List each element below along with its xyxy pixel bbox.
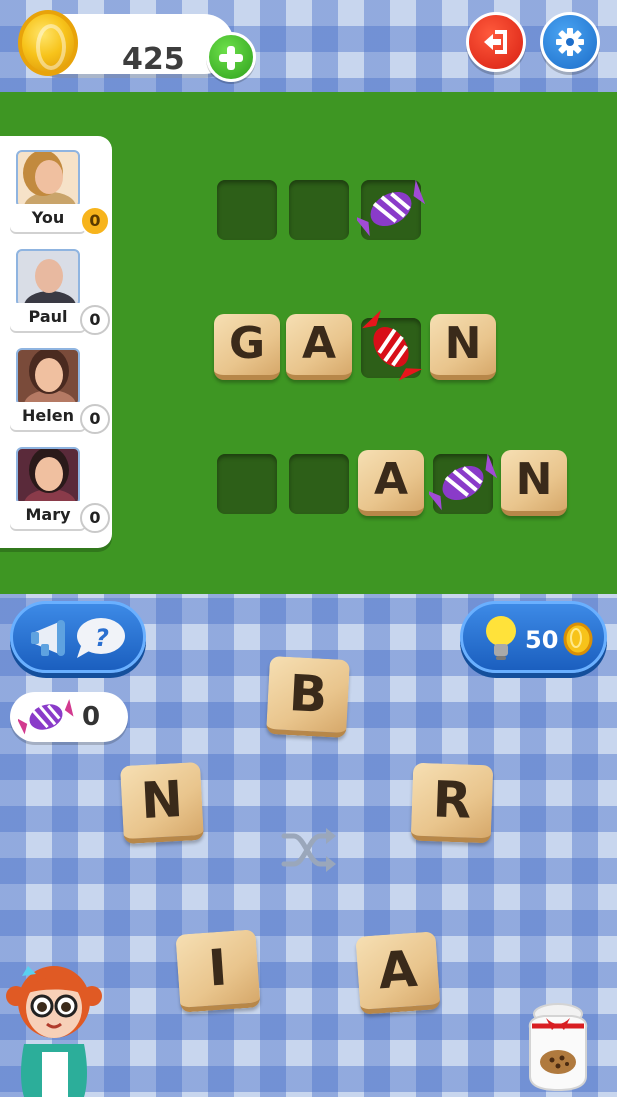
coin-icon [18, 10, 78, 76]
player-card-you: You 0 [0, 136, 112, 236]
settings-button[interactable] [540, 12, 600, 72]
candy-purple-icon [429, 453, 497, 511]
letter-button[interactable]: R [410, 762, 494, 844]
player-name: Helen [10, 402, 86, 430]
player-score: 0 [80, 206, 110, 236]
shuffle-icon[interactable] [280, 822, 336, 878]
player-name: You [10, 204, 86, 232]
letter-tile: N [501, 450, 567, 516]
candy-slot [361, 310, 423, 381]
players-panel: You 0 Paul 0 Helen 0 Mary 0 [0, 136, 112, 548]
megaphone-question-icon: ? [31, 618, 125, 658]
letter-button[interactable]: N [120, 761, 204, 845]
player-card-paul: Paul 0 [0, 235, 112, 335]
empty-slot [289, 180, 349, 240]
candy-red-icon [361, 310, 423, 381]
avatar [16, 348, 80, 406]
letter-button[interactable]: I [175, 929, 261, 1013]
letter-button[interactable]: B [266, 655, 350, 739]
avatar [16, 447, 80, 505]
player-card-helen: Helen 0 [0, 334, 112, 434]
cookie-jar-icon[interactable] [518, 1000, 598, 1092]
gear-icon [556, 28, 584, 56]
avatar [16, 249, 80, 307]
mascot-girl-character [6, 966, 102, 1097]
letter-tile: A [286, 314, 352, 380]
coin-icon [563, 622, 593, 656]
player-name: Mary [10, 501, 86, 529]
coin-count: 425 [122, 42, 185, 77]
player-card-mary: Mary 0 [0, 433, 112, 533]
candy-slot [429, 453, 497, 514]
exit-button[interactable] [466, 12, 526, 72]
candy-purple-icon [357, 179, 425, 237]
hint-cost: 50 [525, 626, 559, 654]
letter-button[interactable]: A [355, 931, 441, 1015]
empty-slot [217, 180, 277, 240]
candy-counter: 0 [10, 692, 128, 742]
letter-tile: N [430, 314, 496, 380]
ask-hint-button[interactable]: ? [10, 601, 146, 673]
empty-slot [217, 454, 277, 514]
candy-icon [18, 698, 74, 735]
empty-slot [289, 454, 349, 514]
candy-slot [357, 179, 425, 240]
letter-tile: G [214, 314, 280, 380]
hint-bulb-button[interactable]: 50 [460, 601, 607, 673]
add-coins-button[interactable] [206, 32, 256, 82]
svg-text:?: ? [95, 624, 109, 652]
player-score: 0 [80, 404, 110, 434]
avatar [16, 150, 80, 208]
exit-door-icon [484, 30, 507, 54]
player-name: Paul [10, 303, 86, 331]
candy-count: 0 [82, 702, 101, 732]
letter-tile: A [358, 450, 424, 516]
lightbulb-icon [486, 616, 516, 660]
player-score: 0 [80, 503, 110, 533]
player-score: 0 [80, 305, 110, 335]
